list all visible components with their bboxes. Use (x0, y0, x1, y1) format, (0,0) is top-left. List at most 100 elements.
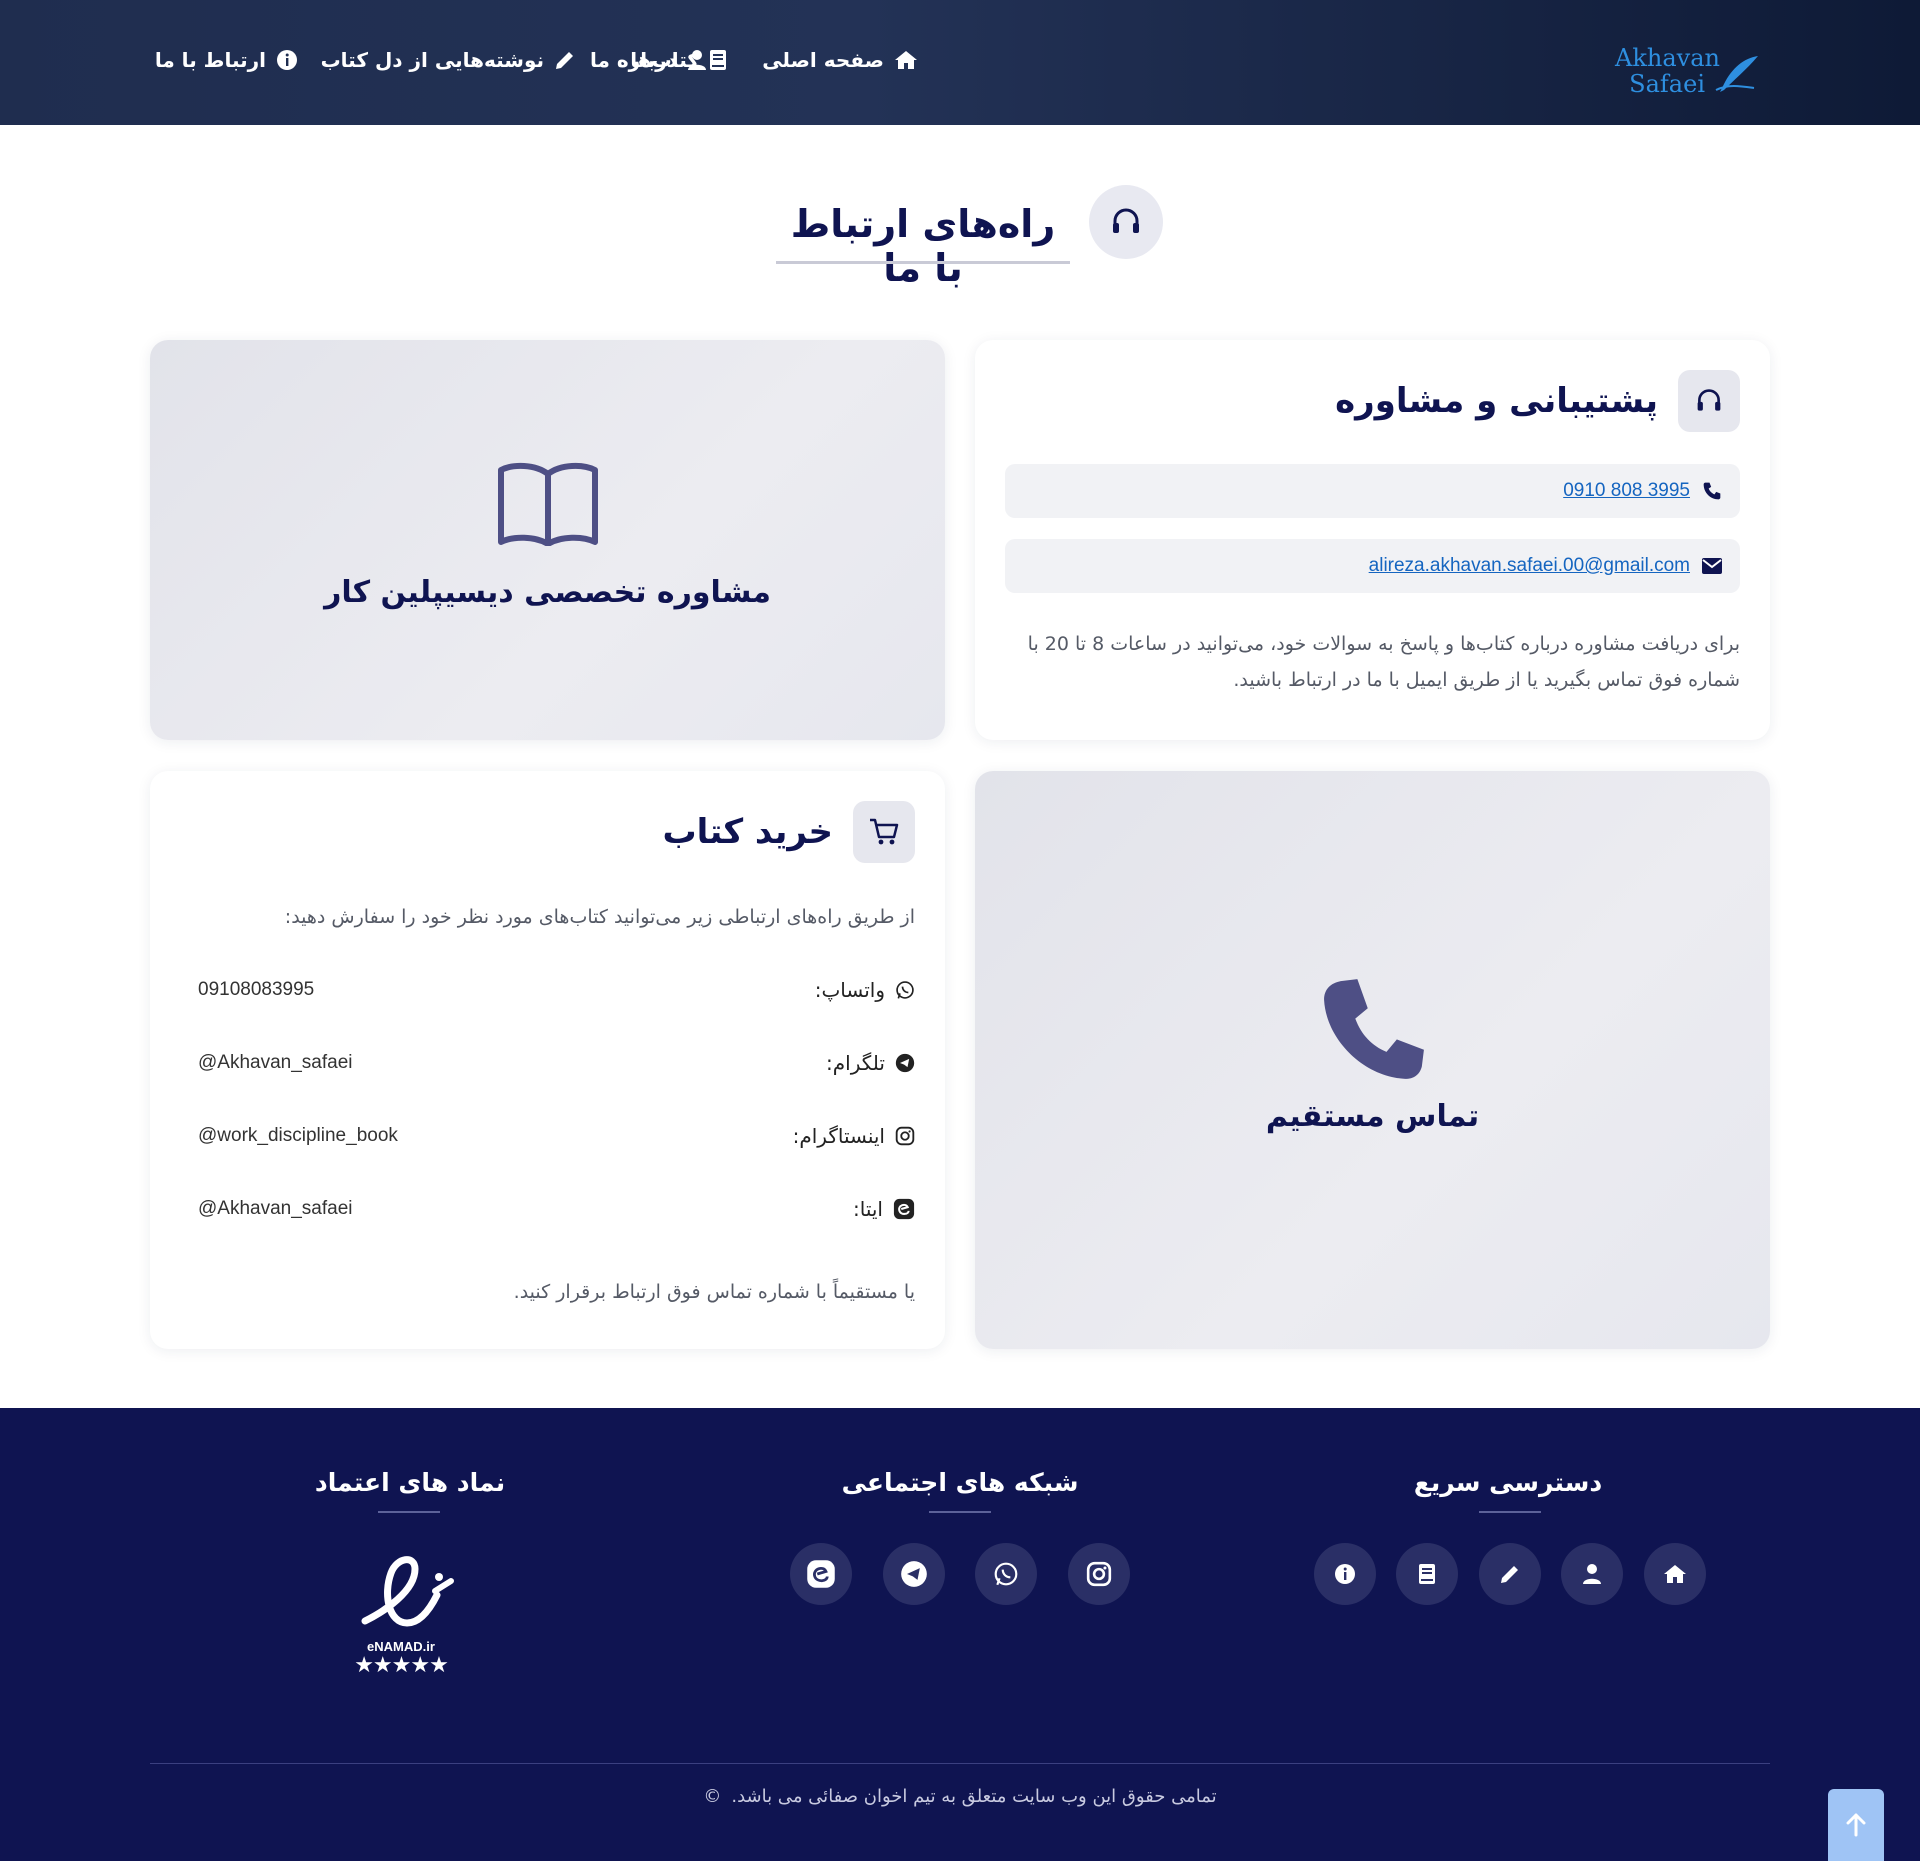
channel-value[interactable]: @Akhavan_safaei (198, 1052, 353, 1074)
arrow-up-icon (1846, 1813, 1866, 1837)
site-footer: دسترسی سریع شبکه های اجتماعی نماد های اع… (0, 1408, 1920, 1861)
purchase-card-header: خرید کتاب (663, 801, 915, 863)
copyright-text: تمامی حقوق این وب سایت متعلق به تیم اخوا… (731, 1786, 1217, 1807)
channel-row-telegram: تلگرام: @Akhavan_safaei (198, 1048, 915, 1078)
title-icon-circle (1089, 185, 1163, 259)
scroll-to-top-button[interactable] (1828, 1789, 1884, 1861)
footer-whatsapp-button[interactable] (975, 1543, 1037, 1605)
support-description: برای دریافت مشاوره درباره کتاب‌ها و پاسخ… (1027, 633, 1740, 691)
pencil-icon (556, 52, 573, 69)
call-promo-card[interactable]: تماس مستقیم (975, 771, 1770, 1349)
site-header: Akhavan Safaei صفحه اصلی درباره ما کتاب‌… (0, 0, 1920, 125)
nav-contact-label: ارتباط با ما (154, 48, 266, 72)
footer-home-button[interactable] (1644, 1543, 1706, 1605)
channel-label: تلگرام: (826, 1051, 915, 1075)
user-icon (1583, 1564, 1601, 1584)
support-icon-box (1678, 370, 1740, 432)
title-underline (776, 261, 1070, 264)
book-icon (710, 50, 726, 70)
footer-instagram-button[interactable] (1068, 1543, 1130, 1605)
instagram-icon (895, 1126, 915, 1146)
consult-promo-text: مشاوره تخصصی دیسیپلین کار (324, 575, 771, 610)
channel-label-text: ایتا: (853, 1197, 883, 1221)
nav-contact[interactable]: ارتباط با ما (155, 48, 298, 72)
page-title: راه‌های ارتباط با ما (790, 202, 1056, 290)
email-row: alireza.akhavan.safaei.00@gmail.com (1005, 539, 1740, 593)
email-link[interactable]: alireza.akhavan.safaei.00@gmail.com (1369, 555, 1690, 577)
purchase-card: خرید کتاب از طریق راه‌های ارتباطی زیر می… (150, 771, 945, 1349)
instagram-icon (1086, 1561, 1112, 1587)
trust-title: نماد های اعتماد (314, 1468, 506, 1497)
nav-books[interactable]: کتاب‌ها (630, 48, 727, 72)
phone-icon (1324, 979, 1424, 1079)
phone-link[interactable]: 0910 808 3995 (1563, 480, 1690, 502)
channel-label: واتساپ: (815, 978, 915, 1002)
open-book-icon (498, 462, 598, 546)
nav-writings-label: نوشته‌هایی از دل کتاب (320, 48, 544, 72)
info-circle-icon (277, 50, 297, 70)
telegram-icon (901, 1561, 927, 1587)
channel-row-instagram: اینستاگرام: @work_discipline_book (198, 1121, 915, 1151)
channel-label: اینستاگرام: (793, 1124, 915, 1148)
trust-underline (378, 1511, 440, 1513)
call-promo-text: تماس مستقیم (1265, 1099, 1480, 1134)
support-card-header: پشتیبانی و مشاوره (1335, 370, 1740, 432)
nav-books-label: کتاب‌ها (630, 48, 699, 72)
eitaa-icon (893, 1198, 915, 1220)
quick-access-title: دسترسی سریع (1413, 1468, 1603, 1497)
copyright-symbol: © (703, 1786, 722, 1807)
eitaa-icon (807, 1560, 835, 1588)
home-icon (1664, 1565, 1686, 1583)
channel-row-whatsapp: واتساپ: 09108083995 (198, 975, 915, 1005)
home-icon (895, 51, 917, 69)
channel-value[interactable]: @Akhavan_safaei (198, 1198, 353, 1220)
channel-value[interactable]: 09108083995 (198, 979, 314, 1001)
phone-row: 0910 808 3995 (1005, 464, 1740, 518)
purchase-intro: از طریق راه‌های ارتباطی زیر می‌توانید کت… (284, 906, 915, 928)
brand-logo[interactable]: Akhavan Safaei (1615, 44, 1760, 100)
telegram-icon (895, 1053, 915, 1073)
purchase-title: خرید کتاب (662, 812, 833, 852)
social-title: شبکه های اجتماعی (841, 1468, 1079, 1497)
footer-divider (150, 1763, 1770, 1764)
whatsapp-icon (994, 1562, 1018, 1586)
headset-icon (1113, 208, 1139, 233)
quick-access-underline (1479, 1511, 1541, 1513)
nav-home-label: صفحه اصلی (762, 48, 884, 72)
feather-icon (1715, 56, 1758, 92)
purchase-outro: یا مستقیماً با شماره تماس فوق ارتباط برق… (513, 1281, 915, 1303)
footer-eitaa-button[interactable] (790, 1543, 852, 1605)
enamad-badge[interactable]: eNAMAD.ir ★★★★★ (345, 1551, 457, 1681)
footer-telegram-button[interactable] (883, 1543, 945, 1605)
phone-icon (1703, 482, 1721, 500)
envelope-icon (1702, 558, 1722, 574)
cart-icon (870, 818, 899, 845)
enamad-logo-icon (361, 1556, 454, 1627)
nav-home[interactable]: صفحه اصلی (762, 48, 918, 72)
book-icon (1419, 1564, 1435, 1584)
social-underline (929, 1511, 991, 1513)
footer-writings-button[interactable] (1479, 1543, 1541, 1605)
info-circle-icon (1335, 1564, 1355, 1584)
support-title: پشتیبانی و مشاوره (1335, 381, 1658, 421)
nav-writings[interactable]: نوشته‌هایی از دل کتاب (321, 48, 576, 72)
support-card: پشتیبانی و مشاوره 0910 808 3995 alireza.… (975, 340, 1770, 740)
purchase-icon-box (853, 801, 915, 863)
enamad-label: eNAMAD.ir (367, 1639, 435, 1654)
brand-line1: Akhavan (1615, 44, 1720, 72)
copyright: تمامی حقوق این وب سایت متعلق به تیم اخوا… (0, 1786, 1920, 1807)
headset-icon (1697, 389, 1721, 411)
consult-promo-card[interactable]: مشاوره تخصصی دیسیپلین کار (150, 340, 945, 740)
channel-row-eitaa: ایتا: @Akhavan_safaei (198, 1194, 915, 1224)
channel-label-text: اینستاگرام: (792, 1124, 885, 1148)
page-title-section: راه‌های ارتباط با ما (0, 185, 1920, 290)
brand-line2: Safaei (1629, 70, 1705, 98)
footer-contact-button[interactable] (1314, 1543, 1376, 1605)
footer-about-button[interactable] (1561, 1543, 1623, 1605)
channel-label-text: واتساپ: (814, 978, 885, 1002)
footer-books-button[interactable] (1396, 1543, 1458, 1605)
channel-value[interactable]: @work_discipline_book (198, 1125, 398, 1147)
whatsapp-icon (896, 981, 914, 999)
pencil-icon (1501, 1566, 1518, 1583)
channel-label-text: تلگرام: (826, 1051, 885, 1075)
